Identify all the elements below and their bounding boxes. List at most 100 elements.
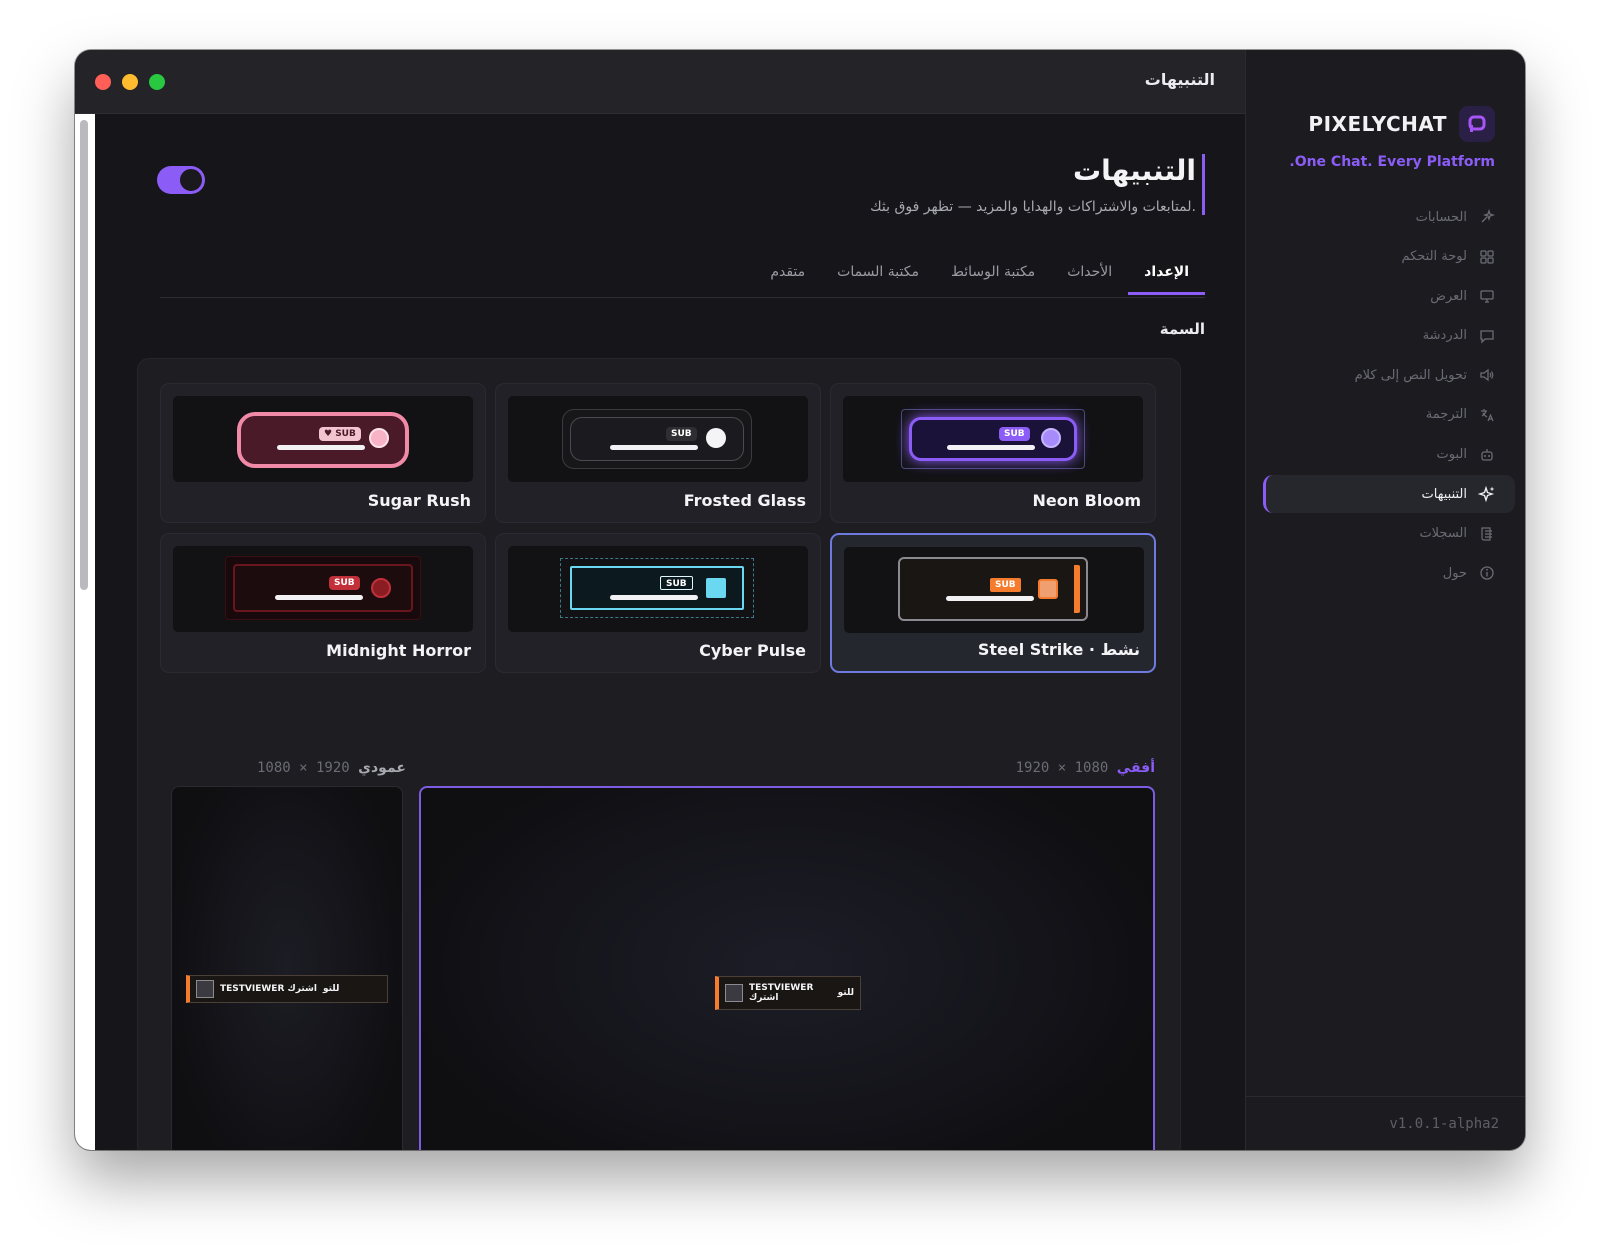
theme-thumbnail: SUB: [843, 396, 1143, 482]
sub-badge: SUB: [999, 427, 1030, 441]
theme-name: Frosted Glass: [683, 491, 806, 510]
preview-alert-suffix: للتو: [837, 988, 854, 998]
tab-bar: الإعداد الأحداث مكتبة الوسائط مكتبة السم…: [160, 260, 1205, 298]
preview-alert-text: TESTVIEWER اشترك: [220, 984, 317, 994]
theme-card-steel-strike[interactable]: SUB Steel Strike · نشط: [830, 533, 1156, 673]
scrollbar-thumb[interactable]: [80, 120, 88, 590]
theme-name: Neon Bloom: [1032, 491, 1141, 510]
sidebar-item-alerts[interactable]: التنبيهات: [1263, 475, 1515, 514]
sparkles-icon: [1477, 484, 1497, 504]
theme-card-midnight-horror[interactable]: SUB Midnight Horror: [160, 533, 486, 673]
bot-icon: [1477, 445, 1497, 465]
viewer-avatar: [725, 984, 743, 1002]
sub-badge: SUB: [666, 427, 697, 441]
sidebar-item-label: العرض: [1430, 288, 1467, 304]
page-header: التنبيهات لمتابعات والاشتراكات والهدايا …: [870, 154, 1205, 215]
horizontal-size: 1920 × 1080: [1015, 760, 1109, 776]
brand-tagline: .One Chat. Every Platform: [1289, 154, 1495, 170]
page-title: التنبيهات: [1073, 154, 1196, 187]
preview-alert-suffix: للتو: [322, 984, 340, 994]
theme-card-cyber-pulse[interactable]: SUB Cyber Pulse: [495, 533, 821, 673]
sidebar-item-label: التنبيهات: [1421, 486, 1467, 502]
sparkle-plug-icon: [1477, 207, 1497, 227]
sidebar-item-label: الحسابات: [1415, 209, 1467, 225]
page-subtitle: لمتابعات والاشتراكات والهدايا والمزيد — …: [870, 199, 1196, 215]
sidebar-item-tts[interactable]: تحويل النص إلى كلام: [1263, 356, 1515, 394]
theme-card-frosted-glass[interactable]: SUB Frosted Glass: [495, 383, 821, 523]
log-list-icon: [1477, 524, 1497, 544]
tab-media-library[interactable]: مكتبة الوسائط: [935, 260, 1051, 292]
main-content: التنبيهات لمتابعات والاشتراكات والهدايا …: [95, 114, 1245, 1150]
sub-badge: SUB: [660, 576, 693, 590]
close-window-button[interactable]: [95, 74, 111, 90]
theme-thumbnail: ♥ SUB: [173, 396, 473, 482]
sidebar-item-bot[interactable]: البوت: [1263, 436, 1515, 474]
preview-alert: TESTVIEWER اشترك للتو: [715, 976, 861, 1010]
sidebar-item-about[interactable]: حول: [1263, 554, 1515, 592]
horizontal-label: أفقي: [1116, 760, 1155, 776]
theme-thumbnail: SUB: [508, 546, 808, 632]
sub-badge: ♥ SUB: [319, 427, 361, 441]
preview-labels: 1920 × 1080 أفقي 1080 × 1920 عمودي: [137, 760, 1181, 780]
vertical-preview-frame[interactable]: TESTVIEWER اشترك للتو: [171, 786, 403, 1150]
app-window: التنبيهات التنبيهات لمتابعات والاشتراكات…: [75, 50, 1525, 1150]
vertical-label: عمودي: [358, 760, 406, 776]
horizontal-preview-frame[interactable]: TESTVIEWER اشترك للتو: [419, 786, 1155, 1150]
translate-icon: [1477, 405, 1497, 425]
tab-events[interactable]: الأحداث: [1051, 260, 1128, 292]
sidebar-item-label: السجلات: [1419, 526, 1467, 542]
tab-theme-library[interactable]: مكتبة السمات: [821, 260, 935, 292]
speaker-icon: [1477, 365, 1497, 385]
tab-advanced[interactable]: متقدم: [754, 260, 821, 292]
theme-card-sugar-rush[interactable]: ♥ SUB Sugar Rush: [160, 383, 486, 523]
sidebar-item-accounts[interactable]: الحسابات: [1263, 198, 1515, 236]
sidebar-item-translation[interactable]: الترجمة: [1263, 396, 1515, 434]
titlebar: التنبيهات: [75, 50, 1245, 114]
pixelychat-logo-icon: [1459, 106, 1495, 142]
maximize-window-button[interactable]: [149, 74, 165, 90]
sidebar: PIXELYCHAT .One Chat. Every Platform الح…: [1245, 50, 1525, 1150]
sidebar-item-display[interactable]: العرض: [1263, 277, 1515, 315]
brand-name: PIXELYCHAT: [1308, 112, 1447, 136]
theme-thumbnail: SUB: [508, 396, 808, 482]
preview-alert: TESTVIEWER اشترك للتو: [186, 975, 388, 1003]
sidebar-item-logs[interactable]: السجلات: [1263, 515, 1515, 553]
theme-name: Cyber Pulse: [699, 641, 806, 660]
theme-card-neon-bloom[interactable]: SUB Neon Bloom: [830, 383, 1156, 523]
theme-name: Steel Strike · نشط: [977, 640, 1140, 659]
tab-setup[interactable]: الإعداد: [1128, 260, 1205, 295]
chat-bubble-icon: [1477, 326, 1497, 346]
info-icon: [1477, 563, 1497, 583]
sidebar-item-label: تحويل النص إلى كلام: [1354, 367, 1467, 383]
theme-name: Sugar Rush: [367, 491, 471, 510]
theme-section-label: السمة: [1159, 320, 1205, 338]
sidebar-nav: الحسابات لوحة التحكم العرض الدردشة تحويل…: [1263, 198, 1515, 594]
vertical-size: 1080 × 1920: [257, 760, 350, 776]
sidebar-item-label: حول: [1442, 565, 1467, 581]
sidebar-item-label: لوحة التحكم: [1401, 249, 1467, 265]
theme-thumbnail: SUB: [844, 547, 1144, 633]
preview-alert-text: TESTVIEWER اشترك: [749, 983, 814, 1003]
sub-badge: SUB: [990, 578, 1021, 592]
grid-icon: [1477, 247, 1497, 267]
toggle-knob: [180, 169, 202, 191]
sidebar-item-dashboard[interactable]: لوحة التحكم: [1263, 238, 1515, 276]
sidebar-item-label: الدردشة: [1422, 328, 1467, 344]
window-controls: [95, 74, 165, 90]
sidebar-item-label: البوت: [1436, 447, 1467, 463]
app-version: v1.0.1-alpha2: [1245, 1096, 1525, 1150]
scrollbar[interactable]: [75, 114, 95, 1150]
alerts-enabled-toggle[interactable]: [157, 166, 205, 194]
vertical-preview-label: 1080 × 1920 عمودي: [257, 760, 406, 776]
horizontal-preview-label: 1920 × 1080 أفقي: [1016, 760, 1155, 776]
viewer-avatar: [196, 980, 214, 998]
sub-badge: SUB: [329, 576, 360, 590]
sidebar-item-chat[interactable]: الدردشة: [1263, 317, 1515, 355]
theme-thumbnail: SUB: [173, 546, 473, 632]
window-title: التنبيهات: [1144, 70, 1215, 89]
sidebar-item-label: الترجمة: [1425, 407, 1467, 423]
monitor-icon: [1477, 286, 1497, 306]
brand: PIXELYCHAT: [1308, 106, 1495, 142]
minimize-window-button[interactable]: [122, 74, 138, 90]
theme-name: Midnight Horror: [326, 641, 471, 660]
